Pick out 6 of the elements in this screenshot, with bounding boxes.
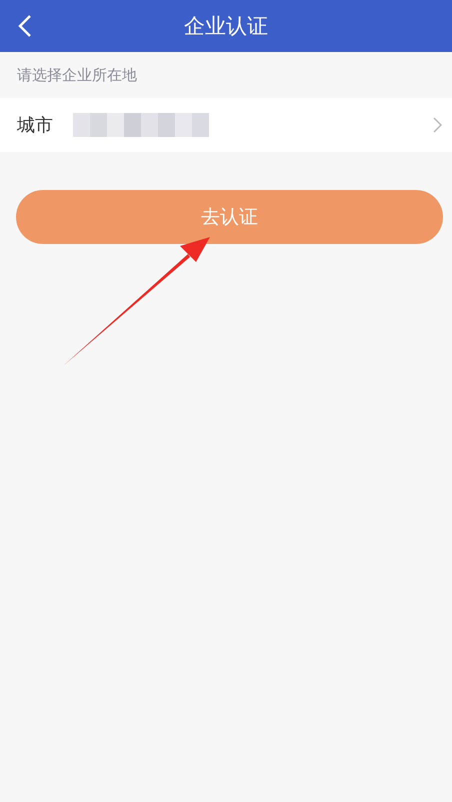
city-label: 城市 (17, 114, 53, 137)
page-title: 企业认证 (184, 13, 268, 40)
back-icon[interactable] (18, 14, 32, 38)
chevron-icon (433, 117, 442, 133)
city-row[interactable]: 城市 (0, 98, 452, 152)
section-label: 请选择企业所在地 (16, 64, 138, 86)
